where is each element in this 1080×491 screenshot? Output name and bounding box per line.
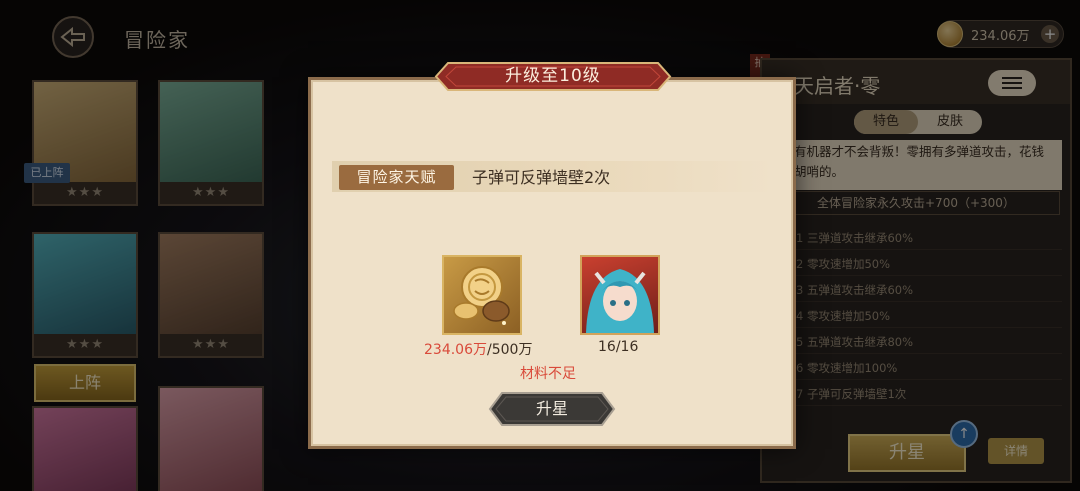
coin-stack-icon — [453, 266, 510, 325]
insufficient-warning: 材料不足 — [520, 366, 576, 382]
hero-shard-item[interactable] — [580, 255, 660, 335]
talent-text: 子弹可反弹墙壁2次 — [472, 168, 611, 187]
hero-shard-count: 16/16 — [598, 339, 639, 355]
dialog-title: 升级至10级 — [505, 66, 601, 86]
coin-requirement: 234.06万/500万 — [424, 339, 532, 359]
coin-needed: /500万 — [487, 342, 533, 358]
hero-portrait-icon — [586, 269, 654, 333]
coin-owned: 234.06万 — [424, 342, 487, 358]
coin-item[interactable] — [442, 255, 522, 335]
star-up-label[interactable]: 升星 — [488, 391, 616, 427]
talent-tag: 冒险家天赋 — [339, 165, 454, 190]
